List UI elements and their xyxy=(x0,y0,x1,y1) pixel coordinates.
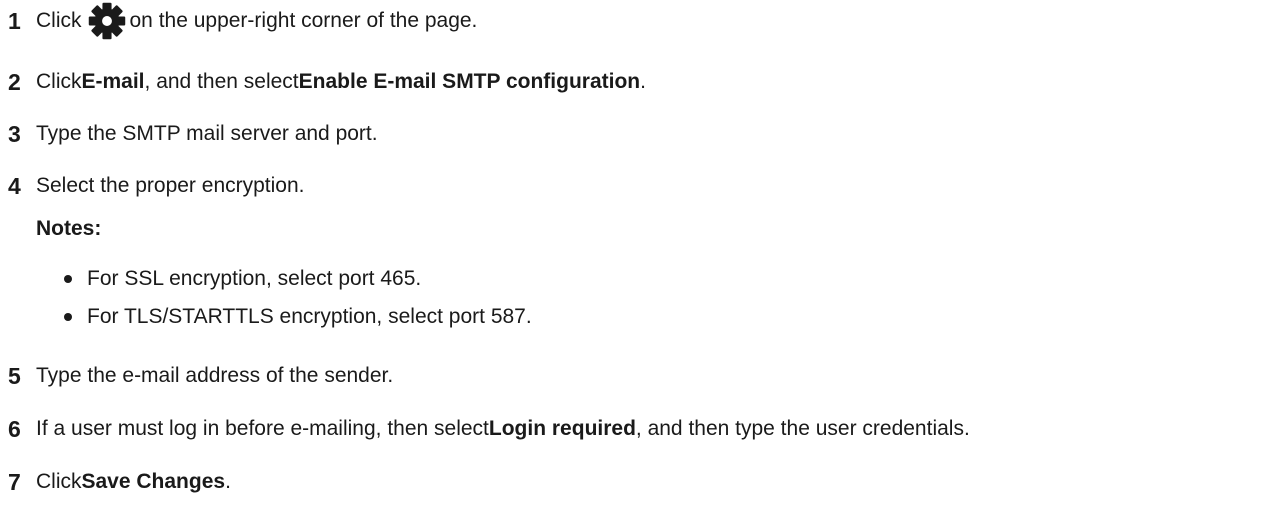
step-text: Click xyxy=(36,70,82,93)
note-item: For TLS/STARTTLS encryption, select port… xyxy=(64,302,532,332)
step-5: 5 Type the e-mail address of the sender. xyxy=(8,359,393,393)
step-text: on the upper-right corner of the page. xyxy=(129,9,478,32)
step-number: 1 xyxy=(8,7,21,34)
step-2: 2 Click E-mail , and then select Enable … xyxy=(8,65,646,99)
instruction-page: 1 Click on the upper-right corner of the xyxy=(0,0,1285,521)
step-4: 4 Select the proper encryption. xyxy=(8,169,305,203)
gear-icon xyxy=(88,2,126,40)
step-text: . xyxy=(640,70,646,93)
step-1: 1 Click on the upper-right corner of the xyxy=(8,2,478,40)
note-text: For TLS/STARTTLS encryption, select port… xyxy=(87,305,532,328)
step-3: 3 Type the SMTP mail server and port. xyxy=(8,117,378,151)
step-number: 4 xyxy=(8,172,21,199)
note-item: For SSL encryption, select port 465. xyxy=(64,264,421,294)
step-text: Click xyxy=(36,9,82,32)
step-7: 7 Click Save Changes . xyxy=(8,465,231,499)
step-text: If a user must log in before e-mailing, … xyxy=(36,417,489,440)
step-text: Click xyxy=(36,470,82,493)
step-text: . xyxy=(225,470,231,493)
step-text: Type the e-mail address of the sender. xyxy=(36,364,394,387)
ui-term-login-required: Login required xyxy=(488,417,636,440)
note-text: For SSL encryption, select port 465. xyxy=(87,267,422,290)
step-number: 2 xyxy=(8,68,21,95)
ui-term-email: E-mail xyxy=(81,70,145,93)
step-text: Select the proper encryption. xyxy=(36,174,305,197)
step-number: 6 xyxy=(8,415,21,442)
step-text: , and then type the user credentials. xyxy=(635,417,970,440)
step-number: 7 xyxy=(8,468,21,495)
bullet-icon xyxy=(64,275,72,283)
bullet-icon xyxy=(64,313,72,321)
step-number: 3 xyxy=(8,120,21,147)
step-text: Type the SMTP mail server and port. xyxy=(36,122,378,145)
ui-term-enable-smtp: Enable E-mail SMTP configuration xyxy=(298,70,641,93)
ui-term-save-changes: Save Changes xyxy=(81,470,226,493)
step-6: 6 If a user must log in before e-mailing… xyxy=(8,412,970,446)
step-number: 5 xyxy=(8,362,21,389)
notes-heading: Notes: xyxy=(36,217,102,240)
step-text: , and then select xyxy=(144,70,299,93)
